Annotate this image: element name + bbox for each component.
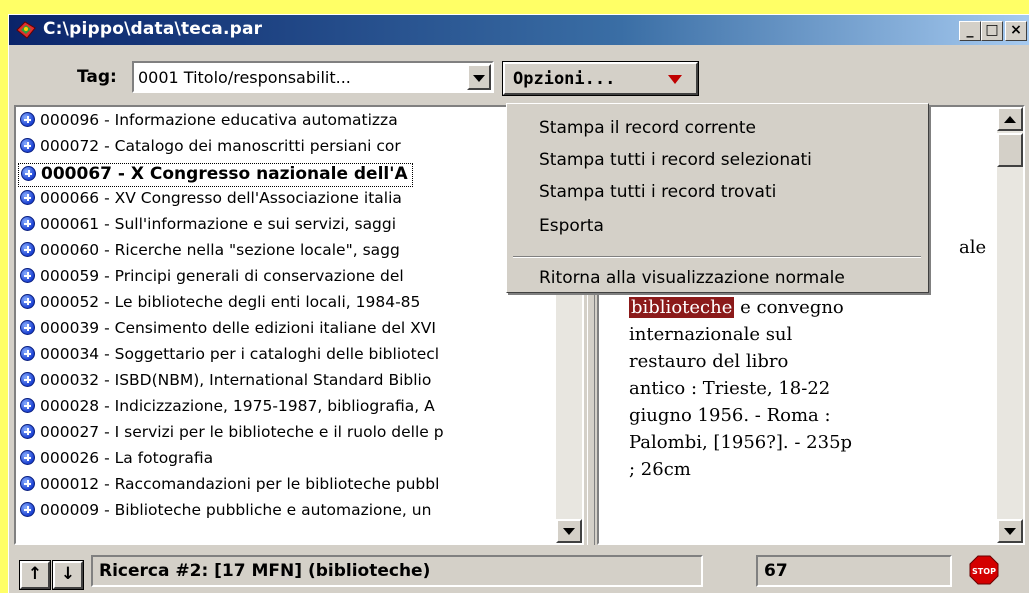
arrow-down-icon — [563, 528, 575, 535]
detail-line: restauro del libro — [629, 351, 789, 372]
list-item-label: 000060 - Ricerche nella "sezione locale"… — [40, 241, 400, 259]
record-count: 67 — [756, 555, 952, 587]
plus-icon — [20, 476, 35, 491]
plus-icon — [20, 112, 35, 127]
detail-scrollbar[interactable] — [997, 107, 1023, 543]
title-bar[interactable]: C:\pippo\data\teca.par _ □ × — [9, 15, 1029, 45]
list-item-label: 000009 - Biblioteche pubbliche e automaz… — [40, 501, 432, 519]
plus-icon — [21, 166, 36, 181]
menu-item-normal-view[interactable]: Ritorna alla visualizzazione normale — [539, 268, 845, 288]
list-item-label: 000026 - La fotografia — [40, 449, 214, 467]
tag-toolbar: Tag: 0001 Titolo/responsabilit... Opzion… — [9, 45, 1029, 97]
list-item[interactable]: 000028 - Indicizzazione, 1975-1987, bibl… — [20, 397, 435, 421]
list-item[interactable]: 000032 - ISBD(NBM), International Standa… — [20, 371, 431, 395]
list-item[interactable]: 000072 - Catalogo dei manoscritti persia… — [20, 137, 401, 161]
menu-item-print-current[interactable]: Stampa il record corrente — [539, 118, 756, 138]
status-bar: ↑ ↓ Ricerca #2: [17 MFN] (biblioteche) 6… — [9, 545, 1029, 593]
plus-icon — [20, 138, 35, 153]
list-item-label: 000059 - Principi generali di conservazi… — [40, 267, 404, 285]
list-item-label: 000052 - Le biblioteche degli enti local… — [40, 293, 421, 311]
options-menu: Stampa il record corrente Stampa tutti i… — [506, 103, 929, 293]
plus-icon — [20, 502, 35, 517]
stop-label: STOP — [972, 567, 996, 576]
arrow-up-icon — [1004, 116, 1016, 123]
close-button[interactable]: × — [1005, 21, 1027, 41]
search-status: Ricerca #2: [17 MFN] (biblioteche) — [91, 555, 703, 587]
menu-separator — [513, 256, 921, 258]
plus-icon — [20, 424, 35, 439]
previous-record-button[interactable]: ↑ — [19, 560, 51, 590]
list-item[interactable]: 000061 - Sull'informazione e sui servizi… — [20, 215, 396, 239]
list-item[interactable]: 000026 - La fotografia — [20, 449, 213, 473]
list-item-label: 000032 - ISBD(NBM), International Standa… — [40, 371, 432, 389]
plus-icon — [20, 216, 35, 231]
plus-icon — [20, 320, 35, 335]
list-item[interactable]: 000059 - Principi generali di conservazi… — [20, 267, 404, 291]
search-highlight: biblioteche — [629, 297, 735, 318]
plus-icon — [20, 268, 35, 283]
list-item[interactable]: 000066 - XV Congresso dell'Associazione … — [20, 189, 402, 213]
list-item-label: 000028 - Indicizzazione, 1975-1987, bibl… — [40, 397, 435, 415]
list-item-label: 000034 - Soggettario per i cataloghi del… — [40, 345, 440, 363]
stop-icon[interactable]: STOP — [969, 555, 999, 585]
maximize-button[interactable]: □ — [981, 21, 1003, 41]
detail-text-fragment: ale — [959, 237, 987, 258]
list-item[interactable]: 000009 - Biblioteche pubbliche e automaz… — [20, 501, 431, 525]
record-detail-text: italiana per le biblioteche e convegno i… — [629, 267, 989, 483]
list-item[interactable]: 000060 - Ricerche nella "sezione locale"… — [20, 241, 400, 265]
list-item-label: 000027 - I servizi per le biblioteche e … — [40, 423, 444, 441]
list-item-label: 000066 - XV Congresso dell'Associazione … — [40, 189, 402, 207]
list-item-selected[interactable]: 000067 - X Congresso nazionale dell'A — [18, 163, 413, 187]
menu-item-print-found[interactable]: Stampa tutti i record trovati — [539, 182, 776, 202]
detail-line-rest: e convegno — [740, 297, 844, 318]
detail-line: biblioteche e convegno — [629, 294, 989, 321]
list-item[interactable]: 000034 - Soggettario per i cataloghi del… — [20, 345, 439, 369]
options-button[interactable]: Opzioni... — [502, 61, 699, 96]
plus-icon — [20, 372, 35, 387]
main-window: C:\pippo\data\teca.par _ □ × Tag: 0001 T… — [8, 14, 1029, 593]
chevron-down-icon — [473, 75, 485, 82]
plus-icon — [20, 242, 35, 257]
plus-icon — [20, 398, 35, 413]
menu-item-export[interactable]: Esporta — [539, 216, 604, 236]
list-item-label: 000039 - Censimento delle edizioni itali… — [40, 319, 436, 337]
arrow-down-icon — [1004, 528, 1016, 535]
tag-select[interactable]: 0001 Titolo/responsabilit... — [132, 61, 494, 93]
tag-select-value: 0001 Titolo/responsabilit... — [138, 68, 351, 87]
list-item-label: 000072 - Catalogo dei manoscritti persia… — [40, 137, 401, 155]
next-record-button[interactable]: ↓ — [52, 560, 84, 590]
list-item-label: 000067 - X Congresso nazionale dell'A — [41, 164, 408, 184]
plus-icon — [20, 190, 35, 205]
detail-line: giugno 1956. - Roma : — [629, 405, 831, 426]
tag-label: Tag: — [77, 67, 117, 87]
detail-line: Palombi, [1956?]. - 235p — [629, 432, 853, 453]
plus-icon — [20, 450, 35, 465]
tag-dropdown-button[interactable] — [467, 64, 491, 90]
list-item[interactable]: 000039 - Censimento delle edizioni itali… — [20, 319, 436, 343]
app-icon — [16, 21, 36, 39]
menu-item-print-selected[interactable]: Stampa tutti i record selezionati — [539, 150, 812, 170]
list-item-label: 000096 - Informazione educativa automati… — [40, 111, 398, 129]
list-item[interactable]: 000012 - Raccomandazioni per le bibliote… — [20, 475, 439, 499]
dropdown-arrow-icon — [668, 75, 682, 84]
scroll-down-button[interactable] — [997, 519, 1023, 543]
list-item[interactable]: 000027 - I servizi per le biblioteche e … — [20, 423, 444, 447]
minimize-button[interactable]: _ — [959, 21, 981, 41]
plus-icon — [20, 346, 35, 361]
detail-line: ; 26cm — [629, 459, 691, 480]
scroll-up-button[interactable] — [997, 107, 1023, 131]
scroll-thumb[interactable] — [997, 133, 1023, 167]
detail-line: internazionale sul — [629, 324, 793, 345]
plus-icon — [20, 294, 35, 309]
options-label: Opzioni... — [513, 69, 616, 89]
list-item-label: 000012 - Raccomandazioni per le bibliote… — [40, 475, 440, 493]
list-item[interactable]: 000052 - Le biblioteche degli enti local… — [20, 293, 420, 317]
window-title: C:\pippo\data\teca.par — [43, 19, 263, 39]
list-item[interactable]: 000096 - Informazione educativa automati… — [20, 111, 398, 135]
record-list[interactable]: 000096 - Informazione educativa automati… — [14, 105, 584, 545]
list-item-label: 000061 - Sull'informazione e sui servizi… — [40, 215, 397, 233]
scroll-down-button[interactable] — [556, 519, 582, 543]
detail-line: antico : Trieste, 18-22 — [629, 378, 831, 399]
